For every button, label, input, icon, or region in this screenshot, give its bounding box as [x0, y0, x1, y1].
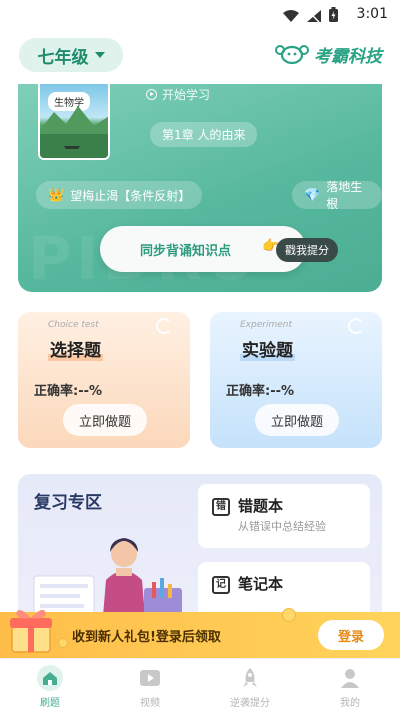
note-icon: 记	[212, 576, 230, 594]
chevron-down-icon	[94, 52, 105, 58]
wifi-icon	[283, 7, 299, 26]
swirl-icon	[348, 318, 364, 334]
promo-text: 收到新人礼包!登录后领取	[72, 630, 221, 645]
tab-label: 逆袭提分	[230, 698, 270, 709]
tab-profile[interactable]: 我的	[300, 659, 400, 712]
course-hero-card: PIDRU 生物学 开始学习 第1章 人的由来 👑 望梅止渴【条件反射】 💎 落…	[18, 84, 382, 292]
accuracy-text: 正确率:--%	[34, 384, 103, 399]
tab-label: 刷题	[40, 698, 60, 709]
landscape-illustration	[40, 106, 108, 158]
gem-icon: 💎	[304, 187, 321, 203]
battery-icon	[329, 7, 338, 26]
play-icon	[146, 89, 157, 100]
gift-icon	[10, 609, 52, 653]
login-button[interactable]: 登录	[318, 620, 384, 650]
tab-practice[interactable]: 刷题	[0, 659, 100, 712]
status-bar: 3:01	[0, 0, 400, 30]
review-zone: 复习专区 错 错题本 从错误中总结经验 记 笔记本	[18, 474, 382, 612]
textbook-cover[interactable]: 生物学	[38, 84, 110, 160]
card-title: 选择题	[48, 336, 103, 361]
clock: 3:01	[356, 6, 388, 22]
start-study-label: 开始学习	[162, 88, 211, 102]
experiment-question-card[interactable]: Experiment 实验题 正确率:--% 立即做题	[210, 312, 382, 448]
accuracy-text: 正确率:--%	[226, 384, 295, 399]
bottom-tab-bar: 刷题 视频 逆袭提分 我的	[0, 658, 400, 712]
grade-selector[interactable]: 七年级	[19, 38, 123, 72]
home-icon	[37, 665, 63, 691]
brand-logo-icon	[275, 44, 309, 64]
grade-label: 七年级	[37, 47, 89, 68]
coin-decoration	[58, 638, 68, 648]
signal-icon	[307, 7, 321, 26]
side-card-title: 笔记本	[238, 575, 284, 593]
side-card-subtitle: 从错误中总结经验	[238, 520, 326, 533]
chapter-pill[interactable]: 第1章 人的由来	[150, 122, 258, 147]
card-english-label: Choice test	[48, 320, 99, 330]
start-practice-button[interactable]: 立即做题	[255, 404, 339, 436]
tab-video[interactable]: 视频	[100, 659, 200, 712]
video-icon	[137, 665, 163, 691]
choice-question-card[interactable]: Choice test 选择题 正确率:--% 立即做题	[18, 312, 190, 448]
knowledge-tag[interactable]: 💎 落地生根	[292, 180, 382, 211]
wrong-questions-book[interactable]: 错 错题本 从错误中总结经验	[198, 484, 370, 548]
status-icons	[283, 7, 338, 26]
side-card-title: 错题本	[238, 497, 284, 515]
knowledge-tag[interactable]: 👑 望梅止渴【条件反射】	[36, 181, 203, 209]
coin-decoration	[282, 608, 296, 622]
tab-label: 我的	[340, 698, 360, 709]
card-title: 实验题	[240, 336, 295, 361]
start-practice-button[interactable]: 立即做题	[63, 404, 147, 436]
top-bar: 七年级 考霸科技	[0, 30, 400, 84]
knowledge-tag-label: 望梅止渴【条件反射】	[70, 188, 191, 203]
teacher-illustration	[33, 538, 182, 612]
swirl-icon	[156, 318, 172, 334]
profile-icon	[337, 665, 363, 691]
tab-boost[interactable]: 逆袭提分	[200, 659, 300, 712]
recite-button-label: 同步背诵知识点	[140, 243, 232, 259]
recite-badge[interactable]: 戳我提分	[276, 238, 338, 262]
notes-book[interactable]: 记 笔记本	[198, 562, 370, 612]
brand: 考霸科技	[274, 42, 382, 67]
tab-label: 视频	[140, 698, 160, 709]
main-content[interactable]: PIDRU 生物学 开始学习 第1章 人的由来 👑 望梅止渴【条件反射】 💎 落…	[0, 84, 400, 612]
notebook-icon: 错	[212, 498, 230, 516]
start-study-link[interactable]: 开始学习	[146, 86, 210, 103]
review-title: 复习专区	[34, 493, 102, 513]
card-english-label: Experiment	[240, 320, 293, 330]
knowledge-tag-label: 落地生根	[326, 180, 363, 211]
rocket-icon	[237, 665, 263, 691]
brand-name: 考霸科技	[314, 47, 382, 67]
new-user-gift-banner[interactable]: 收到新人礼包!登录后领取 登录	[0, 608, 400, 658]
crown-icon: 👑	[48, 187, 65, 203]
